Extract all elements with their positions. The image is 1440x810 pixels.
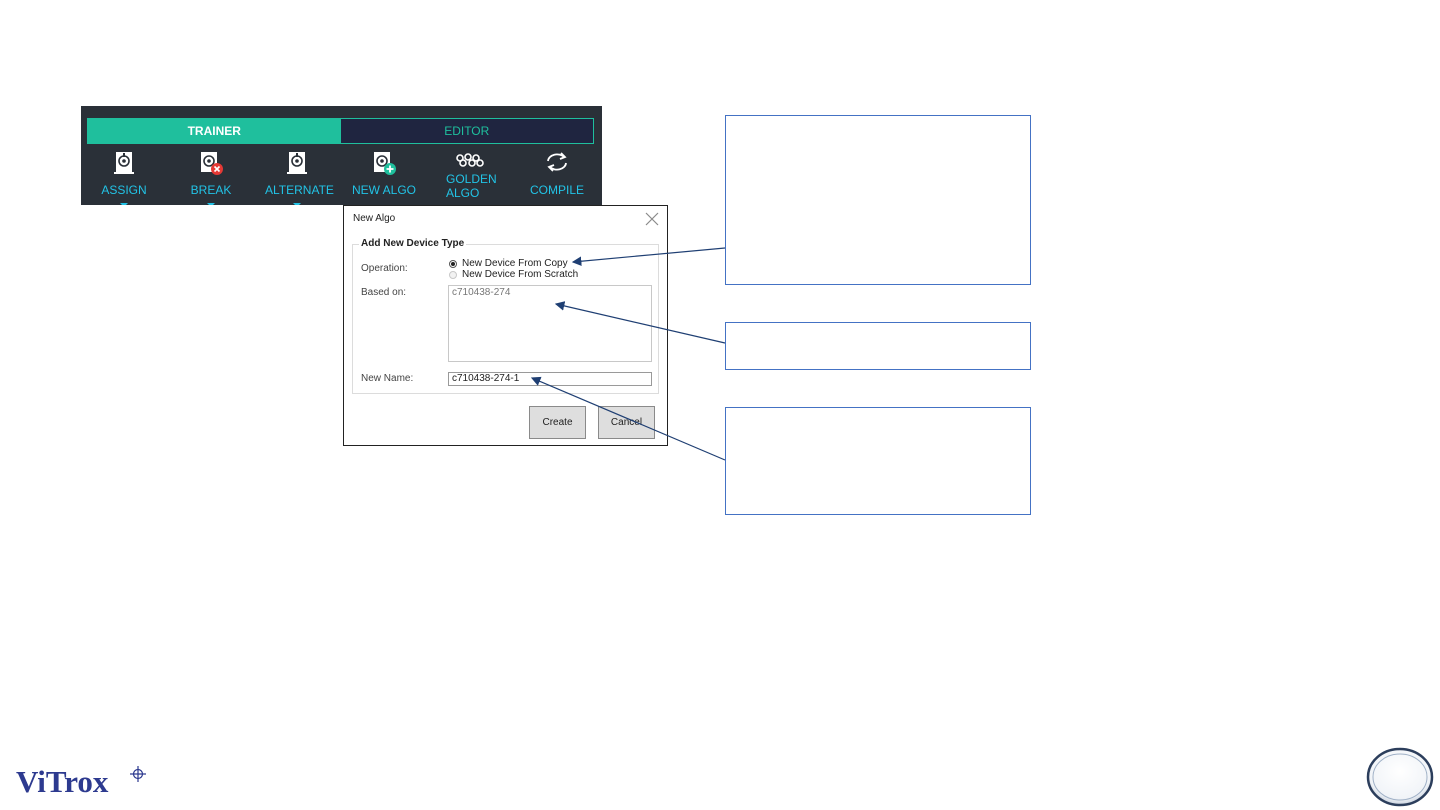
callout-arrows bbox=[530, 247, 726, 461]
arrow-to-new-name bbox=[530, 376, 726, 461]
arrow-to-based-on bbox=[554, 301, 726, 344]
arrow-to-operation bbox=[571, 247, 726, 267]
vitrox-logo: ViTrox bbox=[16, 764, 109, 799]
logo-crosshair-icon bbox=[130, 766, 146, 782]
page-badge-icon bbox=[1366, 747, 1434, 807]
